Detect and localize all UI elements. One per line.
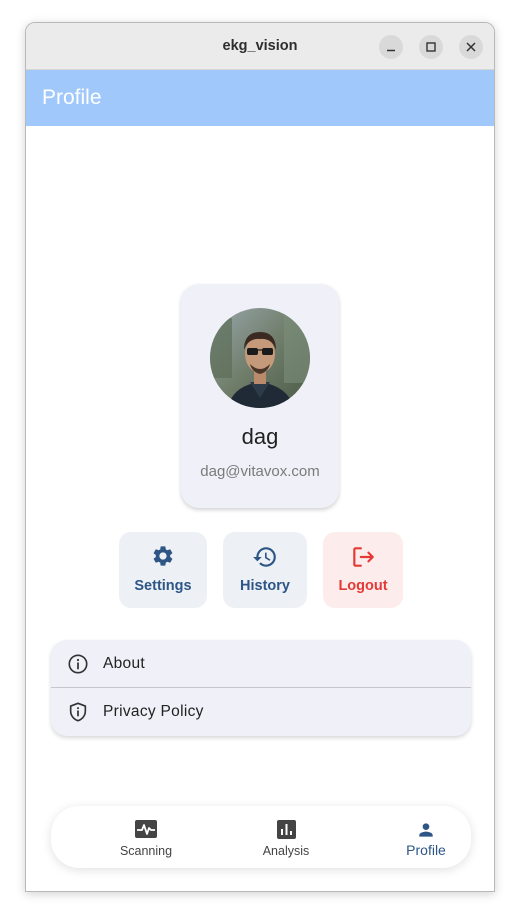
privacy-policy-item[interactable]: Privacy Policy bbox=[51, 688, 471, 736]
bar-chart-icon bbox=[276, 820, 296, 839]
person-icon bbox=[419, 823, 433, 837]
bottom-navigation: Scanning Analysis Profile bbox=[51, 806, 471, 868]
nav-profile[interactable]: Profile bbox=[366, 806, 486, 868]
shield-icon bbox=[69, 702, 87, 722]
nav-scanning-label: Scanning bbox=[119, 844, 173, 858]
app-bar: Profile bbox=[26, 70, 494, 126]
close-button[interactable] bbox=[459, 35, 483, 59]
info-card: About Privacy Policy bbox=[51, 640, 471, 736]
history-button[interactable]: History bbox=[223, 532, 307, 608]
logout-label: Logout bbox=[338, 578, 388, 594]
nav-scanning[interactable]: Scanning bbox=[86, 806, 206, 868]
history-label: History bbox=[240, 578, 290, 594]
page-title: Profile bbox=[42, 86, 102, 109]
maximize-button[interactable] bbox=[419, 35, 443, 59]
minimize-button[interactable] bbox=[379, 35, 403, 59]
about-label: About bbox=[103, 655, 146, 672]
title-bar: ekg_vision bbox=[26, 23, 494, 70]
logout-icon bbox=[353, 547, 374, 567]
logout-button[interactable]: Logout bbox=[323, 532, 403, 608]
history-icon bbox=[253, 547, 276, 567]
close-icon bbox=[466, 42, 476, 52]
privacy-policy-label: Privacy Policy bbox=[103, 703, 204, 720]
avatar bbox=[210, 308, 310, 408]
minimize-icon bbox=[387, 49, 395, 52]
profile-email: dag@vitavox.com bbox=[200, 463, 320, 480]
about-item[interactable]: About bbox=[51, 640, 471, 688]
avatar-photo bbox=[210, 308, 310, 408]
nav-profile-label: Profile bbox=[406, 842, 446, 858]
info-icon bbox=[68, 654, 88, 674]
settings-button[interactable]: Settings bbox=[119, 532, 207, 608]
heartbeat-icon bbox=[135, 820, 157, 838]
app-window: ekg_vision Profile dag dag@vitavox.com S… bbox=[25, 22, 495, 892]
nav-analysis-label: Analysis bbox=[262, 844, 310, 858]
maximize-icon bbox=[426, 42, 436, 52]
gear-icon bbox=[153, 546, 173, 566]
settings-label: Settings bbox=[134, 578, 192, 594]
profile-name: dag bbox=[241, 424, 279, 449]
profile-content: dag dag@vitavox.com Settings History Log… bbox=[26, 126, 494, 891]
nav-analysis[interactable]: Analysis bbox=[226, 806, 346, 868]
profile-card: dag dag@vitavox.com bbox=[181, 284, 339, 508]
